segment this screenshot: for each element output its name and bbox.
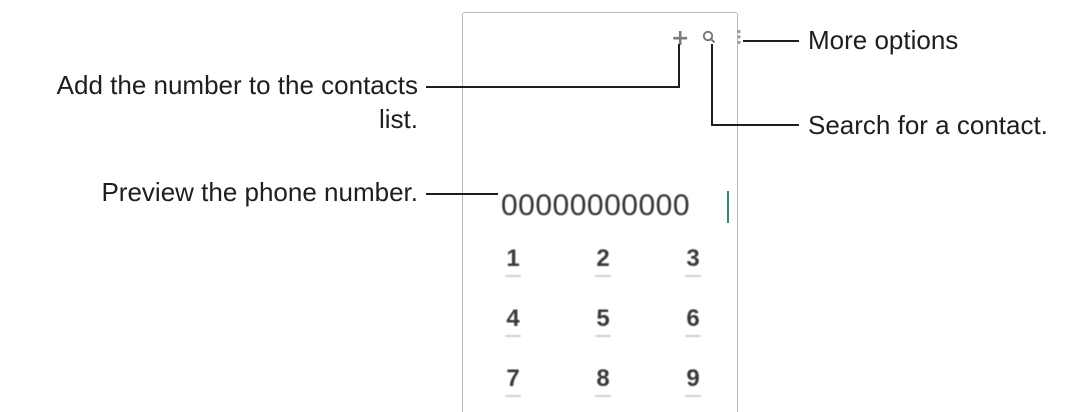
key-digit: 8 [596,365,610,392]
key-digit: 3 [686,245,700,272]
key-8[interactable]: 8 [583,365,623,397]
add-contact-callout-line1: Add the number to the contacts [56,70,418,100]
text-cursor [727,191,729,223]
search-leader-line-vertical [711,44,713,126]
key-subtext [595,335,611,337]
search-icon[interactable] [702,30,716,44]
key-subtext [595,395,611,397]
phone-number-display[interactable]: 00000000000 [501,189,690,223]
preview-number-leader-line [426,193,498,195]
add-contact-icon[interactable]: + [671,28,689,50]
key-7[interactable]: 7 [493,365,533,397]
key-1[interactable]: 1 [493,245,533,277]
key-subtext [505,275,521,277]
key-digit: 7 [506,365,520,392]
key-subtext [595,275,611,277]
add-contact-leader-line-vertical [678,44,680,88]
preview-number-callout: Preview the phone number. [101,177,418,207]
key-digit: 6 [686,305,700,332]
key-subtext [685,275,701,277]
key-digit: 5 [596,305,610,332]
key-subtext [505,335,521,337]
more-options-icon[interactable] [736,29,742,45]
key-digit: 2 [596,245,610,272]
key-9[interactable]: 9 [673,365,713,397]
search-leader-line [711,124,799,126]
key-subtext [685,395,701,397]
key-subtext [685,335,701,337]
more-options-leader-line [743,40,799,42]
key-digit: 4 [506,305,520,332]
key-digit: 9 [686,365,700,392]
search-contact-callout: Search for a contact. [808,110,1048,140]
key-subtext [505,395,521,397]
add-contact-leader-line [426,86,679,88]
more-options-callout: More options [808,25,959,55]
add-contact-callout-line2: list. [379,104,418,134]
key-6[interactable]: 6 [673,305,713,337]
key-4[interactable]: 4 [493,305,533,337]
phone-screen: + 00000000000 1 2 3 4 5 6 7 8 9 [462,12,741,412]
key-digit: 1 [506,245,520,272]
key-5[interactable]: 5 [583,305,623,337]
key-3[interactable]: 3 [673,245,713,277]
key-2[interactable]: 2 [583,245,623,277]
